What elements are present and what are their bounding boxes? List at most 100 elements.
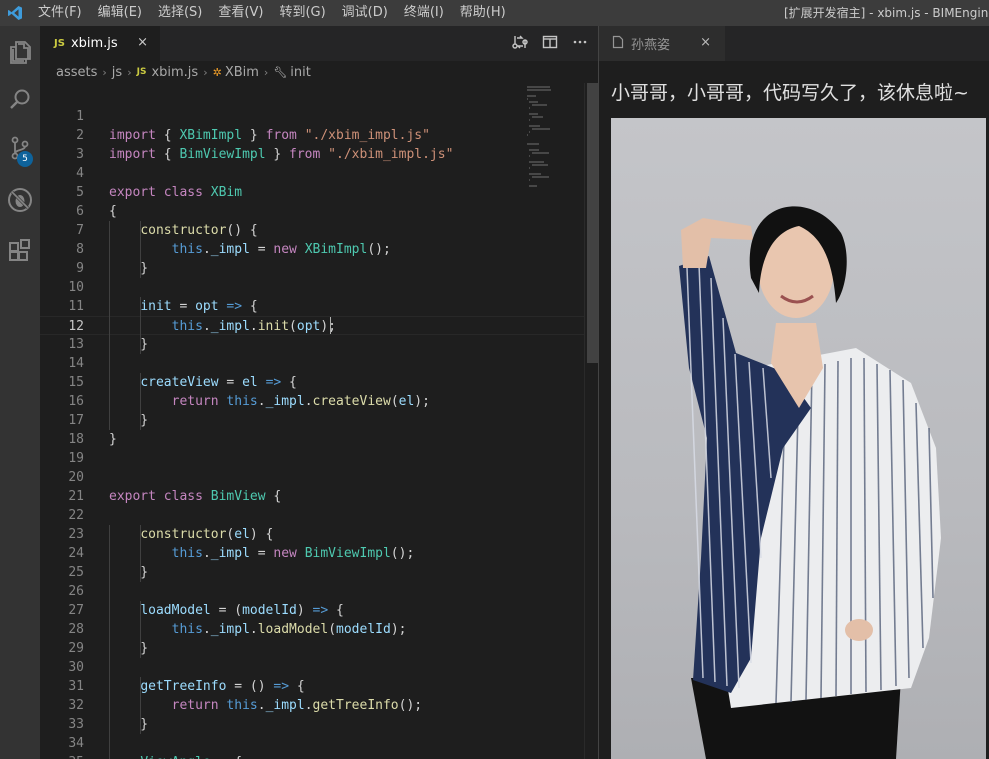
search-icon[interactable] <box>0 76 40 124</box>
menu-item[interactable]: 终端(I) <box>396 0 452 26</box>
line-number: 6 <box>76 204 84 219</box>
code-line[interactable]: 9 } <box>40 259 584 278</box>
line-number: 21 <box>68 489 84 504</box>
minimap-line <box>529 131 530 133</box>
minimap-line <box>527 143 540 145</box>
explorer-icon[interactable] <box>0 28 40 76</box>
menu-item[interactable]: 转到(G) <box>271 0 333 26</box>
minimap[interactable] <box>527 83 584 203</box>
menu-item[interactable]: 帮助(H) <box>452 0 514 26</box>
code-text: this._impl.loadModel(modelId); <box>171 622 407 637</box>
code-line[interactable]: 17 } <box>40 411 584 430</box>
preview-heading: 小哥哥，小哥哥，代码写久了，该休息啦~ <box>611 82 969 104</box>
code-line[interactable]: 8 this._impl = new XBimImpl(); <box>40 240 584 259</box>
code-line[interactable]: 10 <box>40 278 584 297</box>
line-number: 19 <box>68 451 84 466</box>
chevron-right-icon: › <box>102 65 107 79</box>
indent-guide <box>140 297 141 354</box>
indent-guide <box>140 677 141 734</box>
more-actions-icon[interactable] <box>572 34 588 54</box>
code-line[interactable]: 13 } <box>40 335 584 354</box>
code-line[interactable]: 7 constructor() { <box>40 221 584 240</box>
portrait-photo <box>611 118 986 759</box>
line-number: 30 <box>68 660 84 675</box>
breadcrumb-assets[interactable]: assets <box>56 65 97 80</box>
close-icon[interactable]: × <box>700 35 711 50</box>
close-icon[interactable]: × <box>137 35 148 50</box>
code-text: } <box>109 413 149 428</box>
menu-item[interactable]: 编辑(E) <box>90 0 150 26</box>
indent-guide <box>140 221 141 278</box>
code-line[interactable]: 19 <box>40 449 584 468</box>
code-text: } <box>109 261 149 276</box>
source-control-icon[interactable]: 5 <box>0 124 40 172</box>
breadcrumb-method[interactable]: init <box>290 65 311 80</box>
code-text: this._impl = new BimViewImpl(); <box>171 546 415 561</box>
code-line[interactable]: 20 <box>40 468 584 487</box>
code-line[interactable]: 33 } <box>40 715 584 734</box>
code-text: } <box>109 717 149 732</box>
breadcrumb-class[interactable]: XBim <box>225 65 259 80</box>
code-line[interactable]: 2 import { XBimImpl } from "./xbim_impl.j… <box>40 126 584 145</box>
code-text: } <box>109 565 149 580</box>
code-line[interactable]: 16 return this._impl.createView(el); <box>40 392 584 411</box>
minimap-line <box>529 179 530 181</box>
code-editor[interactable]: 1 2 import { XBimImpl } from "./xbim_impl.… <box>40 83 584 759</box>
menu-item[interactable]: 文件(F) <box>30 0 90 26</box>
split-editor-icon[interactable] <box>542 34 558 54</box>
chevron-right-icon: › <box>203 65 208 79</box>
code-line[interactable]: 25 } <box>40 563 584 582</box>
line-number: 8 <box>76 242 84 257</box>
code-text: createView = el => { <box>140 375 297 390</box>
minimap-line <box>527 98 528 100</box>
breadcrumb-js[interactable]: js <box>112 65 122 80</box>
code-line[interactable]: 18} <box>40 430 584 449</box>
code-line[interactable]: 22 <box>40 506 584 525</box>
line-number: 13 <box>68 337 84 352</box>
code-line[interactable]: 4 <box>40 164 584 183</box>
line-number: 5 <box>76 185 84 200</box>
debug-icon[interactable] <box>0 176 40 224</box>
menu-item[interactable]: 调试(D) <box>334 0 396 26</box>
line-number: 26 <box>68 584 84 599</box>
line-number: 20 <box>68 470 84 485</box>
code-line[interactable]: 30 <box>40 658 584 677</box>
minimap-line <box>529 155 530 157</box>
code-line[interactable]: 35 ViewAngle = { <box>40 753 584 759</box>
code-line[interactable]: 5 export class XBim <box>40 183 584 202</box>
code-line[interactable]: 14 <box>40 354 584 373</box>
code-line[interactable]: 21 export class BimView { <box>40 487 584 506</box>
menu-item[interactable]: 选择(S) <box>150 0 210 26</box>
code-line[interactable]: 1 <box>40 107 584 126</box>
minimap-line <box>529 173 541 175</box>
tab-preview[interactable]: 孙燕姿 × <box>599 26 725 61</box>
code-line[interactable]: 11 init = opt => { <box>40 297 584 316</box>
menu-bar: 文件(F) 编辑(E) 选择(S) 查看(V) 转到(G) 调试(D) 终端(I) 帮助(H) <box>30 0 514 26</box>
code-text: this._impl = new XBimImpl(); <box>171 242 391 257</box>
line-number: 16 <box>68 394 84 409</box>
code-line[interactable]: 12 this._impl.init(opt); <box>40 316 584 335</box>
code-line[interactable]: 15 createView = el => { <box>40 373 584 392</box>
code-line[interactable]: 3 import { BimViewImpl } from "./xbim_imp… <box>40 145 584 164</box>
code-line[interactable]: 34 <box>40 734 584 753</box>
breadcrumb-file[interactable]: xbim.js <box>151 65 198 80</box>
menu-item[interactable]: 查看(V) <box>210 0 271 26</box>
line-number: 25 <box>68 565 84 580</box>
minimap-line <box>529 107 530 109</box>
code-line[interactable]: 32 return this._impl.getTreeInfo(); <box>40 696 584 715</box>
code-line[interactable]: 29 } <box>40 639 584 658</box>
code-line[interactable]: 6{ <box>40 202 584 221</box>
compare-changes-icon[interactable] <box>512 34 528 54</box>
code-line[interactable]: 26 <box>40 582 584 601</box>
code-line[interactable]: 31 getTreeInfo = () => { <box>40 677 584 696</box>
line-number: 10 <box>68 280 84 295</box>
code-line[interactable]: 23 constructor(el) { <box>40 525 584 544</box>
code-line[interactable]: 28 this._impl.loadModel(modelId); <box>40 620 584 639</box>
line-number: 1 <box>76 109 84 124</box>
code-line[interactable]: 27 loadModel = (modelId) => { <box>40 601 584 620</box>
minimap-line <box>529 101 538 103</box>
tab-xbim-js[interactable]: JS xbim.js × <box>40 26 160 61</box>
code-line[interactable]: 24 this._impl = new BimViewImpl(); <box>40 544 584 563</box>
editor-scrollbar[interactable] <box>584 83 599 759</box>
extensions-icon[interactable] <box>0 226 40 274</box>
